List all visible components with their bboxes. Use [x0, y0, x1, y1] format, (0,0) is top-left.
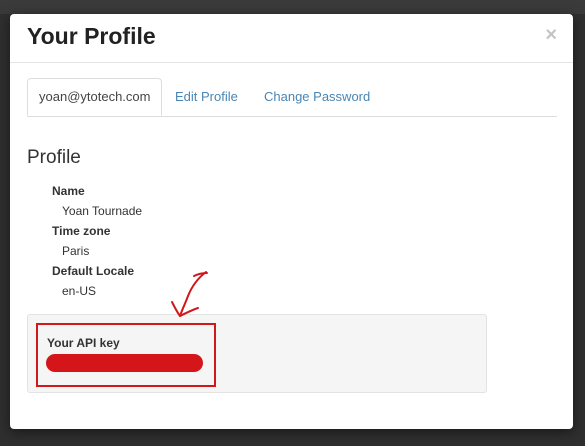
field-value-timezone: Paris — [62, 244, 90, 258]
close-icon[interactable]: × — [545, 25, 557, 45]
field-label-name: Name — [52, 184, 85, 198]
section-title: Profile — [27, 147, 81, 168]
modal-header: Your Profile × — [10, 14, 573, 63]
api-key-label: Your API key — [47, 336, 120, 350]
field-label-timezone: Time zone — [52, 224, 111, 238]
tab-change-password[interactable]: Change Password — [264, 78, 370, 115]
modal-title: Your Profile — [27, 23, 156, 49]
tab-edit-profile[interactable]: Edit Profile — [175, 78, 238, 115]
api-key-redacted-value[interactable] — [46, 354, 203, 372]
field-value-locale: en-US — [62, 284, 97, 298]
profile-tabs: yoan@ytotech.com Edit Profile Change Pas… — [27, 78, 557, 117]
page-backdrop — [0, 0, 585, 14]
profile-details: Name Yoan Tournade Time zone Paris Defau… — [52, 181, 142, 301]
tab-email[interactable]: yoan@ytotech.com — [27, 78, 163, 116]
field-label-locale: Default Locale — [52, 264, 135, 278]
field-value-name: Yoan Tournade — [62, 204, 143, 218]
arrow-annotation-icon — [171, 271, 208, 318]
